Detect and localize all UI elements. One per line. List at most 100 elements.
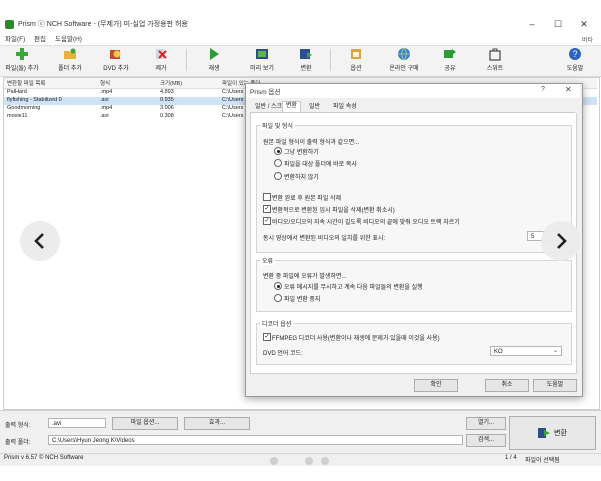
column-header-name[interactable]: 변환할 파일 목록 — [7, 79, 45, 87]
options-button[interactable]: 옵션 — [342, 47, 370, 73]
suite-button[interactable]: 스위트 — [480, 47, 510, 73]
file-format: .mp4 — [100, 89, 113, 95]
add-dvd-label: DVD 추가 — [103, 66, 129, 72]
chevron-down-icon: ⌄ — [553, 348, 559, 354]
svg-text:?: ? — [572, 49, 577, 59]
column-header-size[interactable]: 크기(MB) — [160, 79, 182, 87]
dialog-title: Prism 옵션 — [250, 89, 281, 96]
folder-icon — [64, 48, 76, 59]
help-toolbar-button[interactable]: ? 도움말 — [560, 47, 590, 73]
minimize-button[interactable]: – — [519, 17, 545, 31]
same-format-question: 원본 파일 형식이 출력 형식과 같으면... — [263, 140, 360, 146]
file-folder: C:\Users — [222, 89, 244, 95]
dialog-close-button[interactable]: ✕ — [565, 85, 572, 94]
radio-convert-anyway[interactable] — [274, 147, 282, 155]
remove-label: 제거 — [155, 66, 167, 72]
checkbox-trim-audio[interactable]: ✓ — [263, 217, 271, 225]
tab-general[interactable]: 일반 — [306, 103, 323, 112]
column-header-format[interactable]: 형식 — [100, 79, 110, 87]
options-label: 옵션 — [350, 66, 362, 72]
file-name: movie11 — [7, 113, 28, 119]
window-title: Prism ⓒ NCH Software - (무제가) 미-실업 가정용판 허… — [18, 21, 188, 28]
play-button[interactable]: 재생 — [200, 47, 228, 73]
output-folder-input[interactable]: C:\Users\Hyun Jeong K\Videos — [48, 435, 463, 445]
preview-button[interactable]: 미리 보기 — [244, 47, 280, 73]
radio-copy-file[interactable] — [274, 159, 282, 167]
menu-file[interactable]: 파일(F) — [5, 33, 25, 43]
checkbox-ffmpeg[interactable]: ✓ — [263, 333, 271, 341]
radio-ignore-error[interactable] — [274, 282, 282, 290]
toolbar-right-label: 버타 — [582, 38, 594, 44]
menu-edit[interactable]: 편집 — [34, 33, 46, 43]
dialog-help-text-button[interactable]: 도움말 — [533, 379, 577, 392]
browse-button[interactable]: 검색... — [466, 434, 506, 447]
suite-icon — [489, 48, 501, 61]
file-format: .mp4 — [100, 105, 113, 111]
dvd-language-select[interactable]: KO — [490, 346, 562, 356]
share-icon — [444, 49, 456, 58]
ok-button[interactable]: 확인 — [414, 379, 458, 392]
checkbox-delete-original-label: 변환 완료 후 원본 파일 삭제 — [272, 196, 342, 202]
cancel-button[interactable]: 취소 — [485, 379, 529, 392]
share-button[interactable]: 공유 — [436, 47, 464, 73]
file-format-group-label: 파일 및 형식 — [260, 121, 295, 130]
help-icon: ? — [569, 48, 581, 60]
menu-bar — [0, 32, 601, 44]
effects-button[interactable]: 효과... — [184, 417, 250, 430]
carousel-dot[interactable] — [305, 457, 313, 465]
convert-toolbar-label: 변환 — [300, 66, 312, 72]
radio-convert-anyway-label: 그냥 변환하기 — [284, 150, 319, 156]
add-dvd-button[interactable]: DVD 추가 — [98, 47, 134, 73]
dialog-help-button[interactable]: ? — [541, 86, 545, 93]
chevron-left-icon — [34, 233, 44, 249]
play-label: 재생 — [208, 66, 220, 72]
open-folder-button[interactable]: 열기... — [466, 417, 506, 430]
carousel-dot[interactable] — [321, 457, 329, 465]
convert-toolbar-button[interactable]: 변환 — [292, 47, 320, 73]
checkbox-delete-temp[interactable]: ✓ — [263, 205, 271, 213]
checkbox-delete-temp-label: 변환적으로 변환된 임시 파일을 삭제(변환 취소시) — [272, 208, 395, 214]
checkbox-trim-audio-label: 비디오/오디오의 지속 시간이 길도록 비디오의 끝에 맞춰 오디오 트랙 자르… — [272, 220, 460, 226]
tab-file-properties[interactable]: 파일 속성 — [330, 103, 360, 112]
file-format: .avi — [100, 97, 109, 103]
add-files-button[interactable]: 파일(들) 추가 — [4, 47, 40, 73]
encoder-options-button[interactable]: 파일 옵션... — [112, 417, 178, 430]
radio-do-not-convert-label: 변환하지 않기 — [284, 175, 319, 181]
file-folder: C:\Users — [222, 113, 244, 119]
status-selection-count: 1 / 4 — [505, 455, 517, 461]
plus-icon — [16, 48, 28, 60]
file-format: .avi — [100, 113, 109, 119]
toolbar-separator — [330, 49, 331, 71]
close-button[interactable]: ✕ — [571, 17, 597, 31]
preview-icon — [256, 49, 268, 59]
prev-arrow-button[interactable] — [20, 221, 60, 261]
output-format-select[interactable]: .avi — [48, 418, 106, 428]
dvd-language-label: DVD 언어 코드: — [263, 351, 303, 357]
output-folder-label: 출력 폴더: — [5, 440, 31, 446]
tab-general-screen[interactable]: 일반 / 스크 — [252, 103, 285, 112]
checkbox-delete-original[interactable] — [263, 193, 271, 201]
dvd-icon — [110, 50, 121, 59]
next-arrow-button[interactable] — [541, 221, 581, 261]
file-name: flyfishing - Stabilized 0 — [7, 97, 62, 103]
app-logo-icon — [5, 20, 14, 29]
add-folder-label: 폴더 추가 — [58, 66, 82, 72]
radio-stop-conversion[interactable] — [274, 294, 282, 302]
radio-do-not-convert[interactable] — [274, 172, 282, 180]
maximize-button[interactable]: ☐ — [545, 17, 571, 31]
file-name: Goodmorning — [7, 105, 41, 111]
convert-arrow-icon — [538, 428, 551, 438]
preview-label: 미리 보기 — [250, 66, 274, 72]
convert-button[interactable]: 변환 — [509, 416, 596, 450]
remove-button[interactable]: 제거 — [146, 47, 176, 73]
carousel-dot[interactable] — [270, 457, 278, 465]
add-folder-button[interactable]: 폴더 추가 — [52, 47, 88, 73]
decoder-group-label: 디코더 옵션 — [260, 319, 294, 328]
share-label: 공유 — [444, 66, 456, 72]
error-question: 변환 중 파일에 오류가 발생하면... — [263, 274, 347, 280]
radio-stop-conversion-label: 파일 변환 중지 — [284, 297, 321, 303]
suite-label: 스위트 — [486, 66, 504, 72]
buy-online-button[interactable]: 온라인 구매 — [384, 47, 424, 73]
menu-help[interactable]: 도움말(H) — [55, 33, 82, 43]
options-icon — [351, 49, 361, 59]
